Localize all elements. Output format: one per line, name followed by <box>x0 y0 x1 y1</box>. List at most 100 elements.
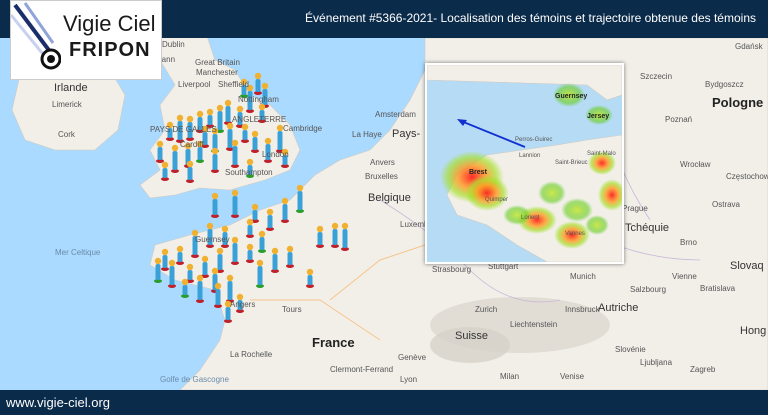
label-bratislava: Bratislava <box>700 284 736 293</box>
station-pin-body <box>217 254 223 270</box>
station-pin-body <box>252 137 258 150</box>
label-bruxelles: Bruxelles <box>365 172 398 181</box>
footer-bar: www.vigie-ciel.org <box>0 390 768 415</box>
station-pin-head <box>221 225 229 233</box>
label-prague: Prague <box>622 204 648 213</box>
station-pin-body <box>247 225 253 235</box>
station-pin-head <box>231 189 239 197</box>
label-hong: Hong <box>740 325 767 337</box>
station-pin-head <box>214 282 222 290</box>
station-pin-body <box>257 266 263 285</box>
label-zurich: Zurich <box>475 305 498 314</box>
label-irlande: Irlande <box>54 82 88 94</box>
station-pin-head <box>196 110 204 118</box>
station-pin-body <box>217 111 223 130</box>
station-pin-body <box>255 79 261 92</box>
label-dublin: Dublin <box>162 40 185 49</box>
station-pin-body <box>317 232 323 245</box>
station-pin-body <box>182 285 188 295</box>
label-pays-bas: Pays- <box>392 128 421 140</box>
label-gdansk: Gdańsk <box>735 42 763 51</box>
station-pin-head <box>231 139 239 147</box>
station-pin-head <box>246 218 254 226</box>
station-pin-head <box>168 259 176 267</box>
station-pin-body <box>267 215 273 228</box>
label-geneve: Genève <box>398 353 427 362</box>
station-pin-head <box>246 158 254 166</box>
label-munich: Munich <box>570 272 596 281</box>
station-pin-body <box>172 151 178 170</box>
station-pin-head <box>206 108 214 116</box>
station-pin-head <box>154 257 162 265</box>
inset-label-perros: Perros-Guirec <box>515 137 553 143</box>
station-pin-body <box>177 252 183 262</box>
station-pin-head <box>251 130 259 138</box>
inset-map <box>427 65 622 262</box>
station-pin-body <box>162 255 168 268</box>
station-pin-head <box>211 147 219 155</box>
label-czestochowa: Częstochowa <box>726 172 768 181</box>
station-pin-head <box>316 225 324 233</box>
station-pin-body <box>232 146 238 165</box>
station-pin-body <box>252 210 258 220</box>
station-pin-body <box>307 275 313 285</box>
vigie-ciel-logo[interactable]: Vigie Ciel FRIPON <box>10 0 162 80</box>
station-pin-head <box>341 222 349 230</box>
label-zagreb: Zagreb <box>690 365 716 374</box>
station-pin-head <box>171 144 179 152</box>
inset-label-quimper: Quimper <box>485 197 509 203</box>
meteor-icon <box>11 2 61 70</box>
station-pin-body <box>232 243 238 262</box>
label-limerick: Limerick <box>52 100 82 109</box>
label-tours: Tours <box>282 305 302 314</box>
station-pin-body <box>187 270 193 280</box>
station-pin-head <box>271 247 279 255</box>
label-venise: Venise <box>560 372 585 381</box>
label-clermont: Clermont-Ferrand <box>330 365 394 374</box>
station-pin-body <box>227 281 233 300</box>
station-pin-body <box>212 134 218 150</box>
station-pin-body <box>155 264 161 280</box>
station-pin-body <box>215 289 221 305</box>
station-pin-head <box>241 123 249 131</box>
label-golfe: Golfe de Gascogne <box>160 375 229 384</box>
station-pin-head <box>226 274 234 282</box>
label-manchester: Manchester <box>196 68 238 77</box>
label-ostrava: Ostrava <box>712 200 741 209</box>
station-pin-body <box>212 199 218 215</box>
station-pin-head <box>156 140 164 148</box>
inset-label-guernsey: Guernsey <box>555 93 588 100</box>
station-pin-head <box>256 259 264 267</box>
label-suisse: Suisse <box>455 330 489 342</box>
label-sheffield: Sheffield <box>218 80 249 89</box>
label-lyon: Lyon <box>400 375 418 384</box>
station-pin-head <box>306 268 314 276</box>
label-vienne: Vienne <box>672 272 697 281</box>
inset-heatmap[interactable]: Guernsey Jersey Perros-Guirec Lannion Sa… <box>425 63 624 264</box>
station-pin-body <box>187 167 193 180</box>
station-pin-body <box>332 229 338 245</box>
label-la-rochelle: La Rochelle <box>230 350 273 359</box>
station-pin-body <box>162 168 168 178</box>
station-pin-head <box>254 72 262 80</box>
station-pin-head <box>258 230 266 238</box>
label-france: France <box>312 335 355 350</box>
station-pin-body <box>272 254 278 270</box>
inset-label-vannes: Vannes <box>565 231 585 237</box>
logo-line-2: FRIPON <box>69 39 151 61</box>
logo-line-1: Vigie Ciel <box>63 11 156 36</box>
inset-label-jersey: Jersey <box>587 113 610 120</box>
label-slovaq: Slovaq <box>730 260 764 272</box>
station-pin-head <box>211 267 219 275</box>
station-pin-body <box>259 237 265 250</box>
inset-label-lannion: Lannion <box>519 153 541 159</box>
footer-url[interactable]: www.vigie-ciel.org <box>6 395 110 410</box>
station-pin-head <box>216 247 224 255</box>
station-pin-head <box>196 274 204 282</box>
station-pin-head <box>186 263 194 271</box>
label-angleterre: ANGLETERRE <box>232 115 287 124</box>
station-pin-head <box>186 115 194 123</box>
station-pin-head <box>211 192 219 200</box>
label-angers: Angers <box>230 300 256 309</box>
station-pin-head <box>231 236 239 244</box>
